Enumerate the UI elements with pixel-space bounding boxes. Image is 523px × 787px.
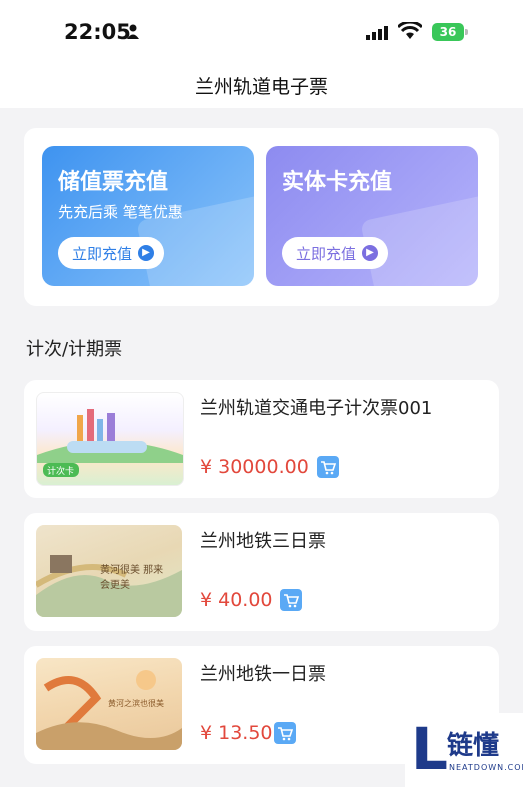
recharge-card-title: 储值票充值 (58, 170, 169, 195)
person-icon (127, 24, 139, 39)
chevron-right-circle-icon: ▶ (362, 245, 379, 261)
battery-icon: 36 (432, 23, 464, 41)
signal-icon (366, 26, 388, 40)
thumb-label: 黄河很美 那来会更美 (100, 565, 164, 591)
section-title: 计次/计期票 (26, 339, 123, 360)
watermark-brand: 链懂 (447, 731, 500, 761)
ticket-thumbnail: 计次卡 (36, 392, 184, 486)
ticket-thumbnail: 黄河之滨也很美 (36, 658, 182, 750)
ticket-thumbnail: 黄河很美 那来会更美 (36, 525, 182, 617)
shopping-cart-icon[interactable] (317, 456, 339, 478)
physical-card-recharge-card[interactable]: 实体卡充值 立即充值 ▶ (266, 146, 478, 286)
thumb-label: 黄河之滨也很美 (108, 699, 164, 708)
ticket-name: 兰州地铁三日票 (200, 531, 326, 552)
wifi-icon (398, 22, 422, 39)
title-bar: 兰州轨道电子票 (0, 62, 523, 108)
recharge-panel: 储值票充值 先充后乘 笔笔优惠 立即充值 ▶ 实体卡充值 立即充值 ▶ (24, 128, 499, 306)
recharge-card-title: 实体卡充值 (282, 170, 393, 195)
thumb-label: 计次卡 (47, 467, 75, 477)
shopping-cart-icon[interactable] (280, 589, 302, 611)
ticket-card[interactable]: 黄河很美 那来会更美 兰州地铁三日票 ¥ 40.00 (24, 513, 499, 631)
ticket-price: ¥ 30000.00 (200, 456, 309, 478)
page-title: 兰州轨道电子票 (194, 76, 328, 98)
battery-tip (465, 29, 468, 35)
recharge-button-label: 立即充值 (296, 244, 357, 263)
stored-value-recharge-card[interactable]: 储值票充值 先充后乘 笔笔优惠 立即充值 ▶ (42, 146, 254, 286)
shopping-cart-icon[interactable] (274, 722, 296, 744)
watermark-mark: L (411, 715, 448, 783)
ticket-name: 兰州地铁一日票 (200, 664, 326, 685)
status-bar: 22:05 36 (0, 0, 523, 62)
chevron-right-circle-icon: ▶ (138, 245, 155, 261)
recharge-card-subtitle: 先充后乘 笔笔优惠 (58, 203, 183, 221)
ticket-card[interactable]: 计次卡 兰州轨道交通电子计次票001 ¥ 30000.00 (24, 380, 499, 498)
recharge-button-label: 立即充值 (72, 244, 133, 263)
watermark-logo: L 链懂 NEATDOWN.COM (405, 713, 523, 787)
ticket-name: 兰州轨道交通电子计次票001 (200, 398, 433, 419)
ticket-price: ¥ 13.50 (200, 722, 273, 744)
status-time: 22:05 (64, 20, 131, 44)
watermark-site: NEATDOWN.COM (449, 763, 523, 772)
recharge-now-button[interactable]: 立即充值 ▶ (58, 237, 165, 269)
recharge-now-button[interactable]: 立即充值 ▶ (282, 237, 389, 269)
ticket-price: ¥ 40.00 (200, 589, 273, 611)
